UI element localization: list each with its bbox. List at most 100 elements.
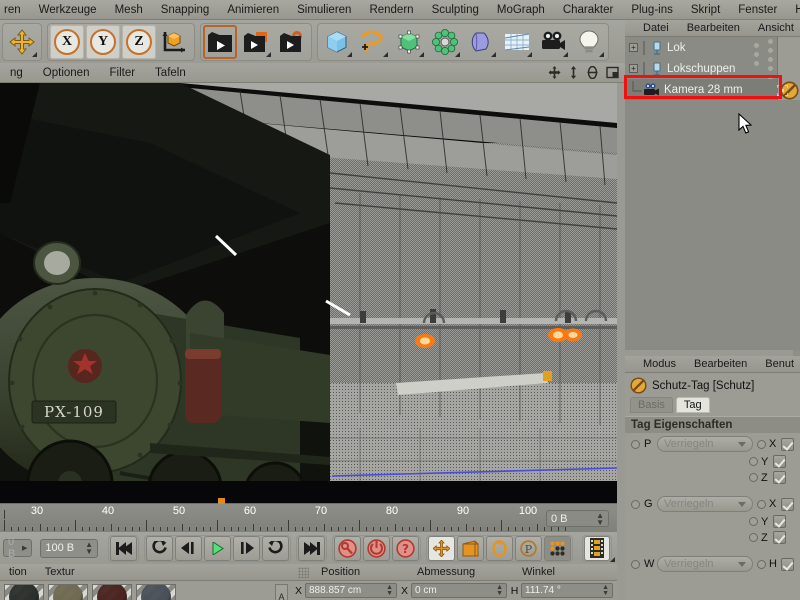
move-tool-button[interactable] [5,25,39,59]
axis-z-button[interactable]: Z [122,24,156,59]
array-button[interactable] [428,25,462,59]
viewmenu-item-filter[interactable]: Filter [99,67,145,79]
menu-item-mesh[interactable]: Mesh [106,0,152,20]
play-forward-button[interactable] [204,535,231,561]
position-key-button[interactable] [428,535,455,561]
play-back-button[interactable] [175,535,202,561]
maximize-view-icon[interactable] [606,66,619,79]
material-menu-item-textur[interactable]: Textur [36,566,84,578]
prop-radio-size[interactable] [631,499,640,509]
attr-menu-item-modus[interactable]: Modus [634,358,685,370]
coord-position-x-spinner[interactable]: ▲ ▼ [386,584,393,597]
step-back-frame-button[interactable] [146,535,173,561]
render-region-button[interactable] [239,25,273,59]
frame-start-field[interactable]: 100 B ▲ ▼ [40,538,98,558]
dropdown-size-mode[interactable]: Verriegeln [657,496,753,512]
timeline-end-spinner[interactable]: ▲ ▼ [596,511,604,526]
render-view-button[interactable] [203,25,237,59]
step-forward-frame-button[interactable] [233,535,260,561]
light-button[interactable] [572,25,606,59]
radio-size-z[interactable] [749,533,758,542]
attr-menu-item-benutzerdaten[interactable]: Benut [756,358,800,370]
object-row-lokschuppen[interactable]: + Lokschuppen [625,58,800,79]
deformer-button[interactable] [464,25,498,59]
menu-item-charakter[interactable]: Charakter [554,0,623,20]
menu-item-hilfe[interactable]: Hilfe [786,0,800,20]
viewmenu-item-optionen[interactable]: Optionen [33,67,100,79]
coord-size-x-field[interactable]: 0 cm ▲ ▼ [411,583,507,598]
material-menu-item-funktion[interactable]: tion [0,566,36,578]
frame-left-field[interactable]: 0 B ▶ [3,536,33,560]
pla-key-button[interactable] [544,535,571,561]
object-menu-item-bearbeiten[interactable]: Bearbeiten [678,22,749,34]
timeline-ruler[interactable]: 30 40 50 60 70 80 90 100 0 B ▲ ▼ [0,498,617,532]
object-row-kamera[interactable]: Kamera 28 mm [625,79,800,100]
coord-position-x-field[interactable]: 888.857 cm ▲ ▼ [305,583,397,598]
cube-primitive-button[interactable] [320,25,354,59]
check-size-y[interactable] [773,515,786,528]
material-scroll-up-button[interactable]: A [275,584,288,600]
record-key-button[interactable] [334,535,361,561]
frame-left-arrow[interactable]: ▶ [22,545,27,552]
menu-item-sculpting[interactable]: Sculpting [423,0,488,20]
menu-item-werkzeuge[interactable]: Werkzeuge [30,0,106,20]
rotate-view-icon[interactable] [586,66,599,79]
pan-view-icon[interactable] [548,66,561,79]
radio-position-x[interactable] [757,439,766,449]
check-position-z[interactable] [773,471,786,484]
key-selection-button[interactable]: ? [392,535,419,561]
coord-angle-h-spinner[interactable]: ▲ ▼ [602,584,609,597]
hypernurbs-button[interactable] [392,25,426,59]
dropdown-position-mode[interactable]: Verriegeln [657,436,753,452]
checkbox-size-y[interactable]: Y [749,515,786,528]
dropdown-rotation-mode[interactable]: Verriegeln [657,556,753,572]
parameter-key-button[interactable]: P [515,535,542,561]
prop-radio-rotation[interactable] [631,559,640,569]
object-menu-item-datei[interactable]: Datei [634,22,678,34]
object-axis-button[interactable] [158,25,192,59]
check-rotation-h[interactable] [781,557,794,571]
go-to-start-button[interactable] [110,535,137,561]
menu-item-snapping[interactable]: Snapping [152,0,219,20]
spline-button[interactable] [356,25,390,59]
menu-item-mograph[interactable]: MoGraph [488,0,554,20]
menu-item-fenster[interactable]: Fenster [729,0,786,20]
menu-item-skript[interactable]: Skript [682,0,729,20]
go-to-end-button[interactable] [298,535,325,561]
material-swatch[interactable] [4,584,44,600]
checkbox-position-z[interactable]: Z [749,471,786,484]
radio-position-y[interactable] [749,457,758,466]
object-menu-item-ansicht[interactable]: Ansicht [749,22,800,34]
checkbox-position-x[interactable]: X [757,437,794,451]
layer-marker-icon[interactable] [777,85,788,96]
camera-button[interactable] [536,25,570,59]
radio-size-x[interactable] [757,499,766,509]
render-settings-button[interactable] [275,25,309,59]
dolly-view-icon[interactable] [568,66,579,79]
check-position-x[interactable] [781,437,794,451]
frame-start-spinner[interactable]: ▲ ▼ [85,541,93,556]
menu-item-simulieren[interactable]: Simulieren [288,0,360,20]
scale-key-button[interactable] [457,535,484,561]
menu-item-rendern[interactable]: Rendern [360,0,422,20]
check-size-z[interactable] [773,531,786,544]
checkbox-size-x[interactable]: X [757,497,794,511]
tab-tag[interactable]: Tag [675,397,710,413]
coord-size-x-spinner[interactable]: ▲ ▼ [496,584,503,597]
panel-grip-icon[interactable] [298,566,309,578]
menu-item-werkzeuge-prev[interactable]: ren [0,0,30,20]
menu-item-plugins[interactable]: Plug-ins [622,0,682,20]
expand-toggle-icon[interactable]: + [629,43,638,52]
floor-button[interactable] [500,25,534,59]
prop-radio-position[interactable] [631,439,640,449]
material-swatch[interactable] [48,584,88,600]
loop-button[interactable] [262,535,289,561]
material-swatch[interactable] [92,584,132,600]
axis-y-button[interactable]: Y [86,24,120,59]
autokey-button[interactable] [363,535,390,561]
checkbox-rotation-h[interactable]: H [757,557,794,571]
radio-rotation-h[interactable] [757,559,766,569]
animation-mode-button[interactable] [584,535,610,561]
object-row-lok[interactable]: + Lok [625,37,800,58]
checkbox-position-y[interactable]: Y [749,455,786,468]
